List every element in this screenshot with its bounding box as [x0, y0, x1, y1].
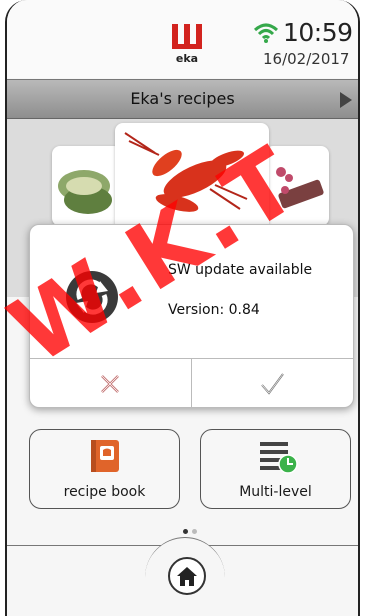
multi-level-button[interactable]: Multi-level [200, 429, 351, 509]
multi-level-label: Multi-level [239, 484, 312, 500]
recipe-book-icon [90, 440, 119, 472]
date: 16/02/2017 [263, 50, 350, 68]
meat-image [276, 167, 324, 209]
recipe-book-button[interactable]: recipe book [29, 429, 180, 509]
page-dot-active [183, 529, 188, 534]
close-icon [101, 374, 119, 393]
home-button[interactable] [168, 557, 206, 595]
status-header: eka 10:59 16/02/2017 [7, 0, 358, 78]
title-bar[interactable]: Eka's recipes [7, 79, 358, 119]
eka-logo: eka [172, 24, 202, 65]
multi-level-icon [259, 442, 298, 474]
clock: 10:59 [283, 18, 353, 47]
recipe-card-fish[interactable] [52, 146, 122, 226]
wifi-icon [253, 23, 279, 43]
recipe-book-label: recipe book [63, 484, 146, 500]
sync-icon [66, 271, 118, 323]
home-icon [177, 567, 197, 586]
dialog-version: Version: 0.84 [168, 302, 260, 318]
page-indicator [181, 519, 199, 538]
svg-text:eka: eka [176, 52, 198, 65]
confirm-button[interactable] [192, 359, 352, 408]
check-icon [261, 372, 284, 395]
device-screen: eka 10:59 16/02/2017 Eka's recipes SW up… [5, 0, 360, 616]
fish-image [58, 170, 112, 214]
page-dot [192, 529, 197, 534]
recipe-card-meat[interactable] [265, 146, 329, 226]
arrow-right-icon[interactable] [340, 92, 352, 108]
page-title: Eka's recipes [130, 89, 235, 108]
update-dialog: SW update available Version: 0.84 [29, 224, 354, 408]
cancel-button[interactable] [30, 359, 190, 408]
recipe-card-lobster[interactable] [115, 123, 269, 231]
dialog-message: SW update available [168, 262, 313, 278]
lobster-image [124, 132, 248, 212]
